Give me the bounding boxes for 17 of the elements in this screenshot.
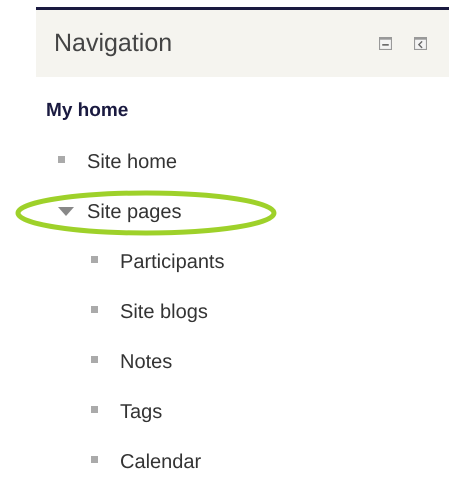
- bullet-icon: [58, 156, 65, 162]
- nav-item[interactable]: Participants: [120, 247, 224, 277]
- nav-item[interactable]: Tags: [120, 397, 162, 427]
- nav-item[interactable]: Calendar: [120, 447, 202, 477]
- bullet-icon: [91, 406, 98, 412]
- bullet-icon: [91, 306, 98, 312]
- bullet-icon: [91, 356, 98, 362]
- expanded-triangle-icon[interactable]: [58, 207, 74, 217]
- my-home-link[interactable]: My home: [46, 100, 128, 121]
- bullet-icon: [91, 456, 98, 462]
- nav-item[interactable]: Site home: [87, 147, 178, 177]
- block-title: Navigation: [54, 28, 174, 59]
- bullet-icon: [91, 256, 98, 262]
- dock-icon[interactable]: [414, 37, 427, 50]
- nav-item[interactable]: Notes: [120, 347, 172, 377]
- minimize-icon[interactable]: [379, 37, 392, 50]
- nav-item[interactable]: Site blogs: [120, 297, 208, 327]
